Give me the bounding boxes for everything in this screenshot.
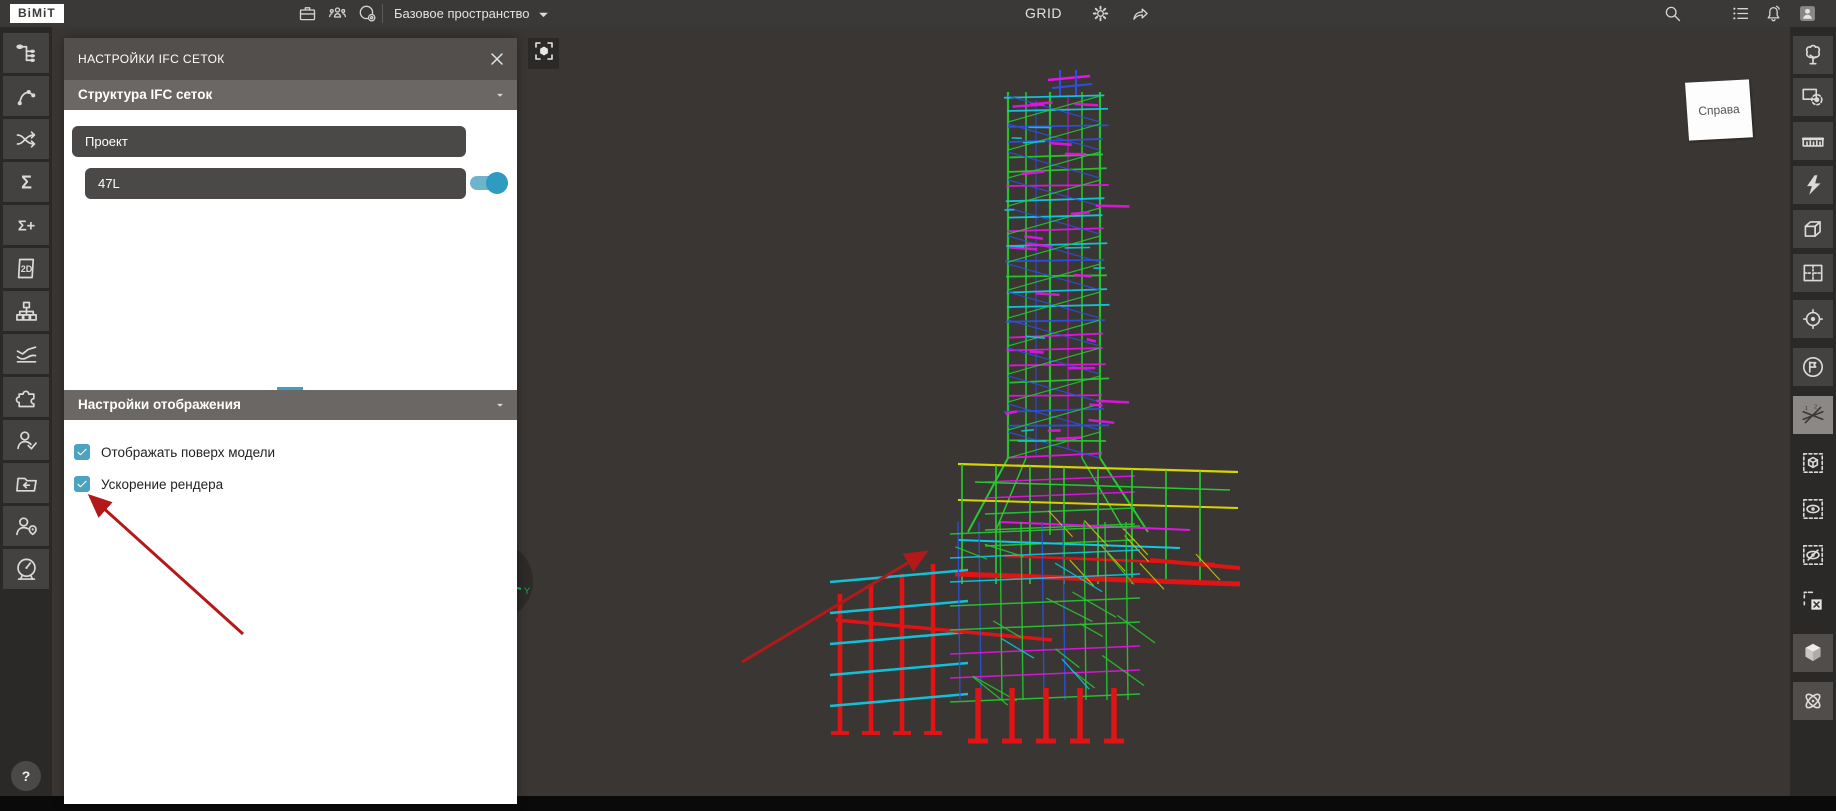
sidebar-item-sigma-plus[interactable]: Σ+ [3,205,49,245]
sidebar-item-doc-2d[interactable]: 2D [3,248,49,288]
grid-visibility-toggle[interactable] [470,172,508,194]
grid-tree-area: Проект 47L [64,110,517,390]
toolbar-item-hide-eye-icon[interactable] [1793,536,1833,574]
sidebar-item-puzzle[interactable] [3,377,49,417]
svg-text:Σ+: Σ+ [17,218,34,234]
team-icon[interactable] [327,3,348,24]
toolbar-item-section-cube-icon[interactable] [1793,210,1833,248]
checkbox-label: Отображать поверх модели [101,444,276,460]
toolbar-item-ruler-icon[interactable] [1793,122,1833,160]
sidebar-item-trend-lines[interactable] [3,334,49,374]
toolbar-item-capture-selection-icon[interactable] [1793,78,1833,116]
svg-text:1: 1 [1805,406,1808,412]
section-structure-header[interactable]: Структура IFC сеток [64,80,517,110]
chevron-down-icon [493,88,507,102]
user-avatar-icon[interactable] [1797,3,1818,24]
checkbox-checked-icon [74,444,90,460]
focus-icon [532,39,556,68]
right-toolbar: 12 [1790,27,1836,796]
focus-model-button[interactable] [528,38,559,69]
ifc-grid-settings-panel: НАСТРОЙКИ IFC СЕТОК Структура IFC сеток … [64,38,517,804]
bell-icon[interactable] [1763,3,1784,24]
app-logo[interactable]: BiMiT [10,4,64,23]
briefcase-icon[interactable] [297,3,318,24]
settings-gear-icon[interactable] [1090,3,1111,24]
topbar-divider [382,4,383,23]
toolbar-item-cube-select-icon[interactable] [1793,444,1833,482]
sidebar-item-sigma[interactable]: Σ [3,162,49,202]
help-button[interactable]: ? [11,761,41,791]
toolbar-item-ifc-grids-icon[interactable]: 12 [1793,396,1833,434]
toolbar-item-flash-icon[interactable] [1793,166,1833,204]
topbar: BiMiT Базовое пространство GRID [0,0,1836,27]
toolbar-item-orbit-icon[interactable] [1793,682,1833,720]
close-icon[interactable] [487,49,507,69]
toolbar-item-show-eye-icon[interactable] [1793,490,1833,528]
sidebar-item-folder-export[interactable] [3,463,49,503]
toolbar-item-deselect-x-icon[interactable] [1793,582,1833,620]
checkbox-render-acceleration[interactable]: Ускорение рендера [74,474,223,494]
sidebar-item-shuffle[interactable] [3,119,49,159]
list-menu-icon[interactable] [1730,3,1751,24]
panel-title: НАСТРОЙКИ IFC СЕТОК [78,52,225,66]
checkbox-label: Ускорение рендера [101,476,224,492]
sidebar-item-model-tree[interactable] [3,33,49,73]
display-settings-area: Отображать поверх модели Ускорение ренде… [64,420,517,804]
chevron-down-icon [493,398,507,412]
view-cube-face-label[interactable]: Справа [1685,79,1753,141]
toggle-thumb [486,172,508,194]
sidebar-item-path-nodes[interactable] [3,76,49,116]
section-display-header[interactable]: Настройки отображения [64,390,517,420]
sidebar-item-user-location[interactable] [3,506,49,546]
toolbar-item-tree-icon[interactable] [1793,36,1833,74]
left-sidebar: ? Σ Σ+ 2D [0,27,52,796]
sidebar-item-user-check[interactable] [3,420,49,460]
share-icon[interactable] [1130,3,1151,24]
toolbar-item-solid-cube-icon[interactable] [1793,634,1833,672]
tree-row-47l[interactable]: 47L [85,168,466,199]
checkbox-checked-icon [74,476,90,492]
svg-text:2: 2 [1814,405,1817,411]
chevron-down-icon[interactable] [533,4,554,25]
checkbox-show-over-model[interactable]: Отображать поверх модели [74,442,275,462]
globe-settings-icon[interactable] [357,3,378,24]
tree-row-project[interactable]: Проект [72,126,466,157]
toolbar-item-flag-icon[interactable] [1793,348,1833,386]
toolbar-item-locate-icon[interactable] [1793,300,1833,338]
section-structure-title: Структура IFC сеток [78,87,213,102]
toolbar-item-floor-plan-icon[interactable] [1793,254,1833,292]
svg-text:Y: Y [524,586,530,596]
svg-text:2D: 2D [20,263,32,273]
workspace-selector[interactable]: Базовое пространство [394,0,530,27]
section-display-title: Настройки отображения [78,397,241,412]
search-icon[interactable] [1662,3,1683,24]
sidebar-item-gauge[interactable] [3,549,49,589]
project-title: GRID [1025,5,1062,21]
sidebar-item-org-chart[interactable] [3,291,49,331]
svg-text:Σ: Σ [21,172,32,192]
panel-header: НАСТРОЙКИ IFC СЕТОК [64,38,517,80]
